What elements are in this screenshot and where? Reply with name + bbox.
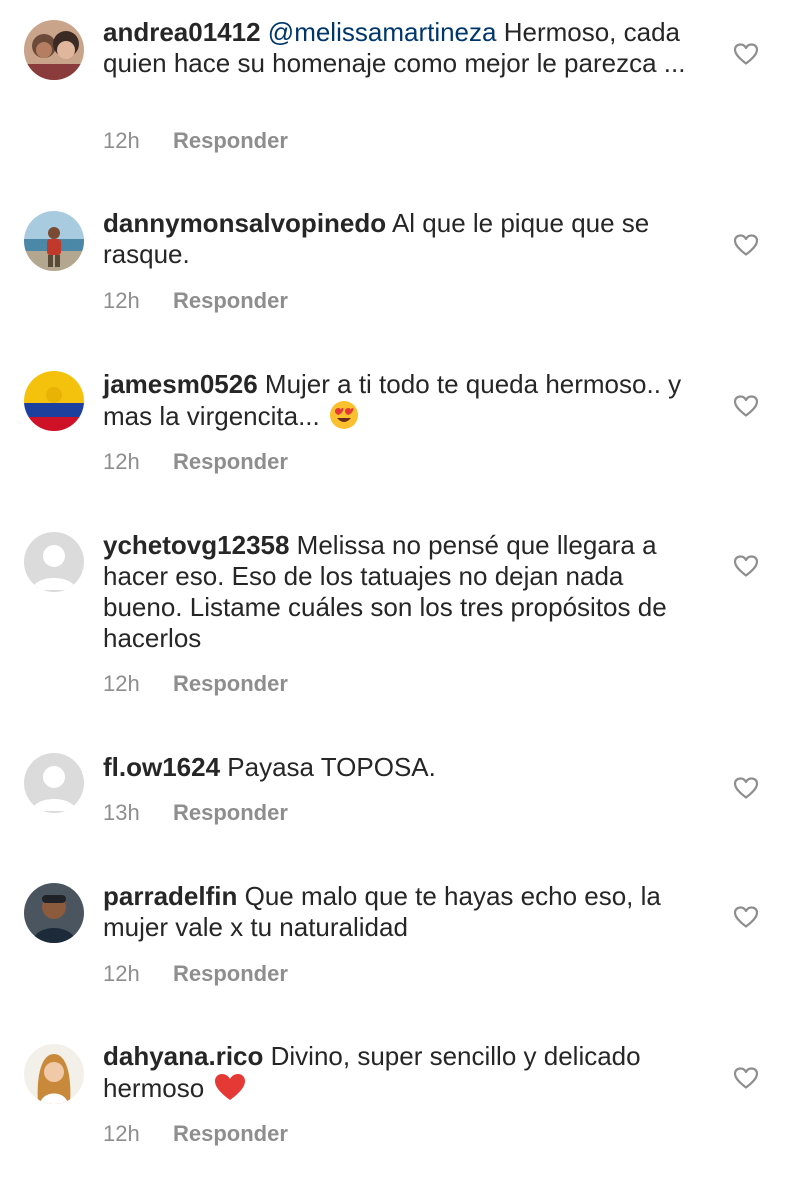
avatar[interactable] — [24, 371, 84, 431]
avatar[interactable] — [24, 211, 84, 271]
reply-button[interactable]: Responder — [173, 800, 288, 825]
comment-username[interactable]: parradelfin — [103, 881, 237, 911]
comment-username[interactable]: dahyana.rico — [103, 1041, 263, 1071]
comment-text: jamesm0526 Mujer a ti todo te queda herm… — [103, 369, 703, 432]
comment-meta: 12h Responder — [103, 288, 288, 314]
reply-button[interactable]: Responder — [173, 671, 288, 696]
comment-meta: 12h Responder — [103, 671, 288, 697]
comment-text: dahyana.rico Divino, super sencillo y de… — [103, 1041, 703, 1104]
comment-mention[interactable]: @melissamartineza — [268, 17, 497, 47]
avatar[interactable] — [24, 1044, 84, 1104]
comment-time[interactable]: 13h — [103, 800, 173, 826]
comment-username[interactable]: dannymonsalvopinedo — [103, 208, 386, 238]
comment-username[interactable]: andrea01412 — [103, 17, 261, 47]
avatar[interactable] — [24, 753, 84, 813]
comment-time[interactable]: 12h — [103, 128, 173, 154]
reply-button[interactable]: Responder — [173, 449, 288, 474]
like-heart-icon[interactable] — [733, 1066, 759, 1090]
reply-button[interactable]: Responder — [173, 961, 288, 986]
comment-body: Payasa TOPOSA. — [220, 752, 436, 782]
reply-button[interactable]: Responder — [173, 128, 288, 153]
like-heart-icon[interactable] — [733, 776, 759, 800]
reply-button[interactable]: Responder — [173, 1121, 288, 1146]
avatar[interactable] — [24, 532, 84, 592]
comment-username[interactable]: ychetovg12358 — [103, 530, 289, 560]
comment-username[interactable]: jamesm0526 — [103, 369, 258, 399]
comment-text: parradelfin Que malo que te hayas echo e… — [103, 881, 703, 943]
comment-username[interactable]: fl.ow1624 — [103, 752, 220, 782]
like-heart-icon[interactable] — [733, 905, 759, 929]
comment-time[interactable]: 12h — [103, 288, 173, 314]
comment-time[interactable]: 12h — [103, 671, 173, 697]
comment-meta: 13h Responder — [103, 800, 288, 826]
comment-time[interactable]: 12h — [103, 449, 173, 475]
avatar-photo — [24, 211, 84, 271]
avatar[interactable] — [24, 20, 84, 80]
avatar-photo — [24, 20, 84, 80]
comment-meta: 12h Responder — [103, 1121, 288, 1147]
comment-text: ychetovg12358 Melissa no pensé que llega… — [103, 530, 703, 654]
default-profile-icon — [24, 753, 84, 813]
comment-text: dannymonsalvopinedo Al que le pique que … — [103, 208, 703, 270]
colombia-flag-icon — [24, 371, 84, 431]
avatar-photo — [24, 883, 84, 943]
comment-meta: 12h Responder — [103, 449, 288, 475]
comment-time[interactable]: 12h — [103, 961, 173, 987]
like-heart-icon[interactable] — [733, 554, 759, 578]
default-profile-icon — [24, 532, 84, 592]
like-heart-icon[interactable] — [733, 233, 759, 257]
reply-button[interactable]: Responder — [173, 288, 288, 313]
like-heart-icon[interactable] — [733, 42, 759, 66]
avatar-photo — [24, 1044, 84, 1104]
like-heart-icon[interactable] — [733, 394, 759, 418]
red-heart-emoji-icon — [213, 1072, 247, 1102]
comment-meta: 12h Responder — [103, 961, 288, 987]
comment-meta: 12h Responder — [103, 128, 288, 154]
avatar[interactable] — [24, 883, 84, 943]
comment-text: andrea01412 @melissamartineza Hermoso, c… — [103, 17, 703, 79]
comment-text: fl.ow1624 Payasa TOPOSA. — [103, 752, 703, 783]
comment-time[interactable]: 12h — [103, 1121, 173, 1147]
heart-eyes-emoji-icon — [329, 400, 359, 430]
